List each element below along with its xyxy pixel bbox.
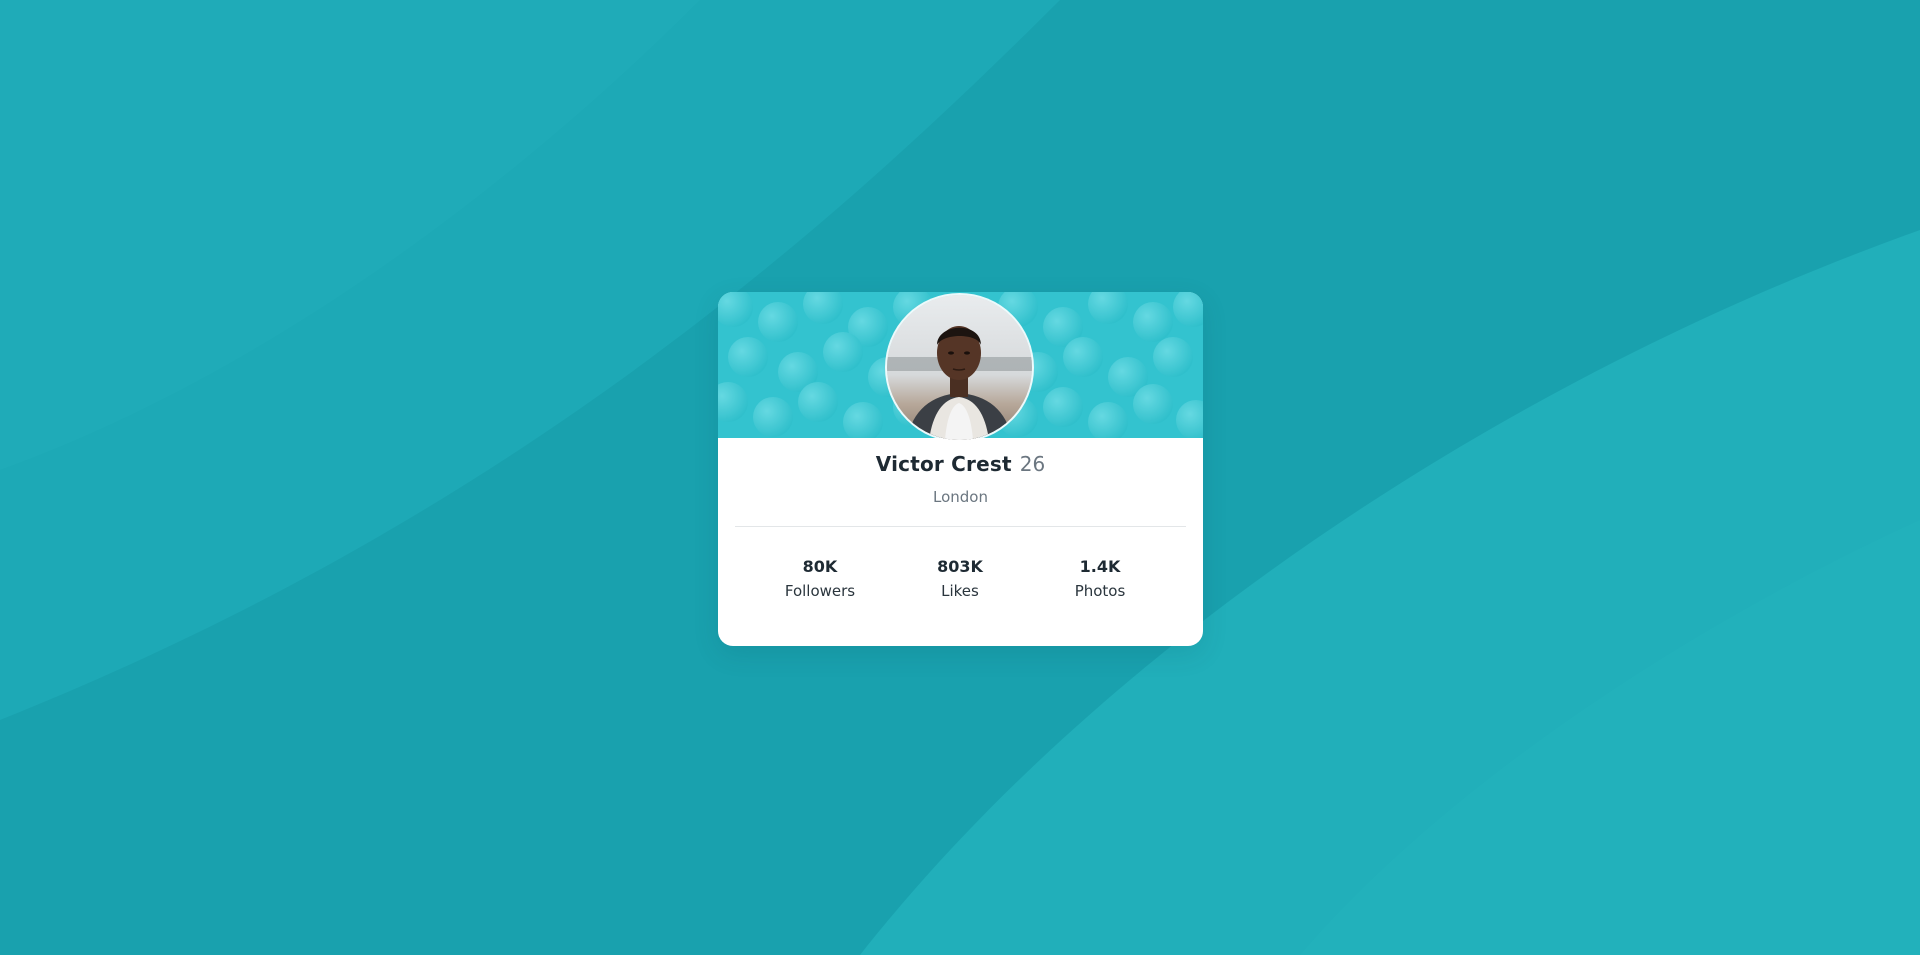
- stat-value: 803K: [937, 557, 983, 576]
- name-row: Victor Crest 26: [718, 452, 1203, 476]
- stat-value: 1.4K: [1079, 557, 1121, 576]
- stat-likes[interactable]: 803K Likes: [900, 556, 1020, 602]
- profile-photo-icon: [887, 295, 1032, 440]
- stat-followers[interactable]: 80K Followers: [760, 556, 880, 602]
- profile-age: 26: [1019, 452, 1046, 476]
- profile-card: Victor Crest 26 London 80K Followers 803K…: [718, 292, 1203, 646]
- stat-label: Photos: [1074, 582, 1126, 600]
- stat-label: Likes: [941, 582, 979, 600]
- stat-value: 80K: [802, 557, 838, 576]
- stat-label: Followers: [784, 582, 856, 600]
- page: { "theme": { "background": "#19a1ae", "b…: [0, 0, 1920, 955]
- divider: [735, 526, 1186, 527]
- profile-location: London: [933, 488, 988, 506]
- profile-name: Victor Crest: [875, 452, 1012, 476]
- stats-row: 80K Followers 803K Likes 1.4K Photos: [718, 556, 1203, 616]
- avatar[interactable]: [887, 295, 1032, 440]
- stat-photos[interactable]: 1.4K Photos: [1040, 556, 1160, 602]
